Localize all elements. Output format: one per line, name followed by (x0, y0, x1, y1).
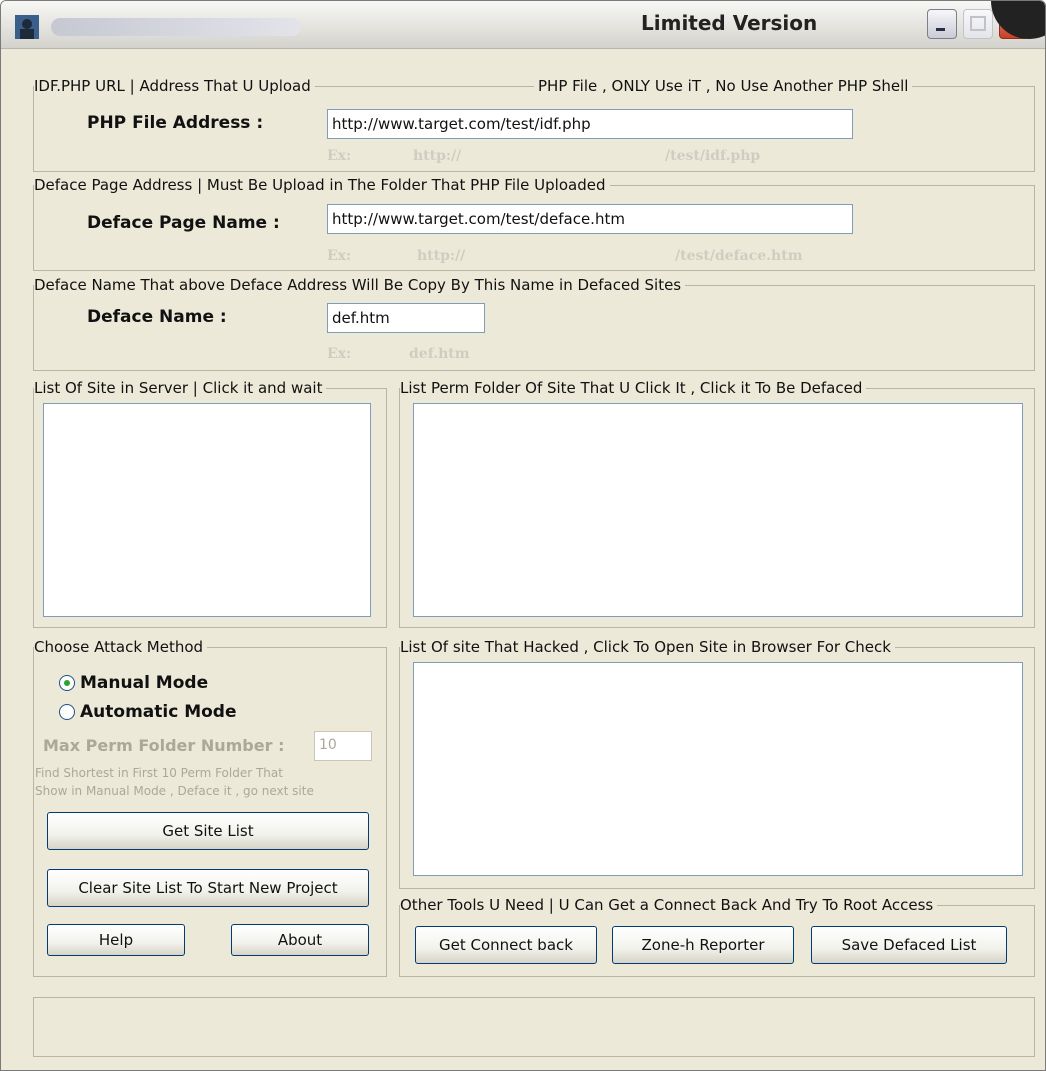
get-connect-back-button[interactable]: Get Connect back (415, 926, 597, 964)
max-perm-folder-input[interactable]: 10 (314, 731, 372, 761)
hacked-list-legend: List Of site That Hacked , Click To Open… (400, 637, 895, 657)
deface-name-group: Deface Name That above Deface Address Wi… (33, 275, 1035, 371)
deface-name-label: Deface Name : (87, 307, 227, 327)
zoneh-reporter-button[interactable]: Zone-h Reporter (612, 926, 794, 964)
php-file-address-input[interactable]: http://www.target.com/test/idf.php (327, 109, 853, 139)
status-bar (33, 997, 1035, 1057)
php-file-address-label: PHP File Address : (87, 113, 264, 133)
deface-page-example-mid: http:// (417, 248, 466, 264)
attack-note-line2: Show in Manual Mode , Deface it , go nex… (35, 784, 314, 798)
perm-folder-list-box[interactable] (413, 403, 1023, 617)
deface-name-input[interactable]: def.htm (327, 303, 485, 333)
minimize-icon (936, 28, 945, 31)
automatic-mode-radio-circle[interactable] (59, 704, 75, 720)
main-window: Limited Version IDF.PHP URL | Address Th… (0, 0, 1046, 1071)
title-bar[interactable]: Limited Version (1, 1, 1045, 49)
attack-method-legend: Choose Attack Method (34, 637, 208, 657)
php-example-suffix: /test/idf.php (665, 148, 761, 164)
site-list-legend: List Of Site in Server | Click it and wa… (34, 378, 327, 398)
max-perm-folder-label: Max Perm Folder Number : (43, 736, 285, 755)
radio-selected-dot (64, 680, 70, 686)
deface-name-example-prefix: Ex: (327, 346, 352, 362)
maximize-button[interactable] (963, 9, 993, 39)
hacked-list-box[interactable] (413, 662, 1023, 876)
manual-mode-label: Manual Mode (80, 673, 209, 693)
minimize-button[interactable] (927, 9, 957, 39)
deface-page-name-label: Deface Page Name : (87, 213, 280, 233)
automatic-mode-label: Automatic Mode (80, 702, 237, 722)
title-blurred-area (51, 18, 301, 36)
window-title: Limited Version (641, 11, 818, 35)
site-list-box[interactable] (43, 403, 371, 617)
attack-note-line1: Find Shortest in First 10 Perm Folder Th… (35, 766, 283, 780)
deface-page-example-prefix: Ex: (327, 248, 352, 264)
php-example-mid: http:// (413, 148, 462, 164)
php-url-legend: IDF.PHP URL | Address That U Upload (34, 76, 315, 96)
manual-mode-radio-circle[interactable] (59, 675, 75, 691)
clear-site-list-button[interactable]: Clear Site List To Start New Project (47, 869, 369, 907)
automatic-mode-radio[interactable]: Automatic Mode (59, 700, 237, 724)
deface-page-example-suffix: /test/deface.htm (675, 248, 803, 264)
deface-page-name-input[interactable]: http://www.target.com/test/deface.htm (327, 204, 853, 234)
maximize-icon (970, 16, 986, 31)
manual-mode-radio[interactable]: Manual Mode (59, 671, 208, 695)
php-example-prefix: Ex: (327, 148, 352, 164)
get-site-list-button[interactable]: Get Site List (47, 812, 369, 850)
deface-page-legend: Deface Page Address | Must Be Upload in … (34, 175, 610, 195)
help-button[interactable]: Help (47, 924, 185, 956)
save-defaced-list-button[interactable]: Save Defaced List (811, 926, 1007, 964)
deface-name-legend: Deface Name That above Deface Address Wi… (34, 275, 686, 295)
perm-folder-legend: List Perm Folder Of Site That U Click It… (400, 378, 867, 398)
about-button[interactable]: About (231, 924, 369, 956)
deface-name-example-value: def.htm (409, 346, 470, 362)
app-icon (15, 15, 39, 39)
php-url-legend-right: PHP File , ONLY Use iT , No Use Another … (534, 76, 913, 96)
other-tools-legend: Other Tools U Need | U Can Get a Connect… (400, 895, 938, 915)
